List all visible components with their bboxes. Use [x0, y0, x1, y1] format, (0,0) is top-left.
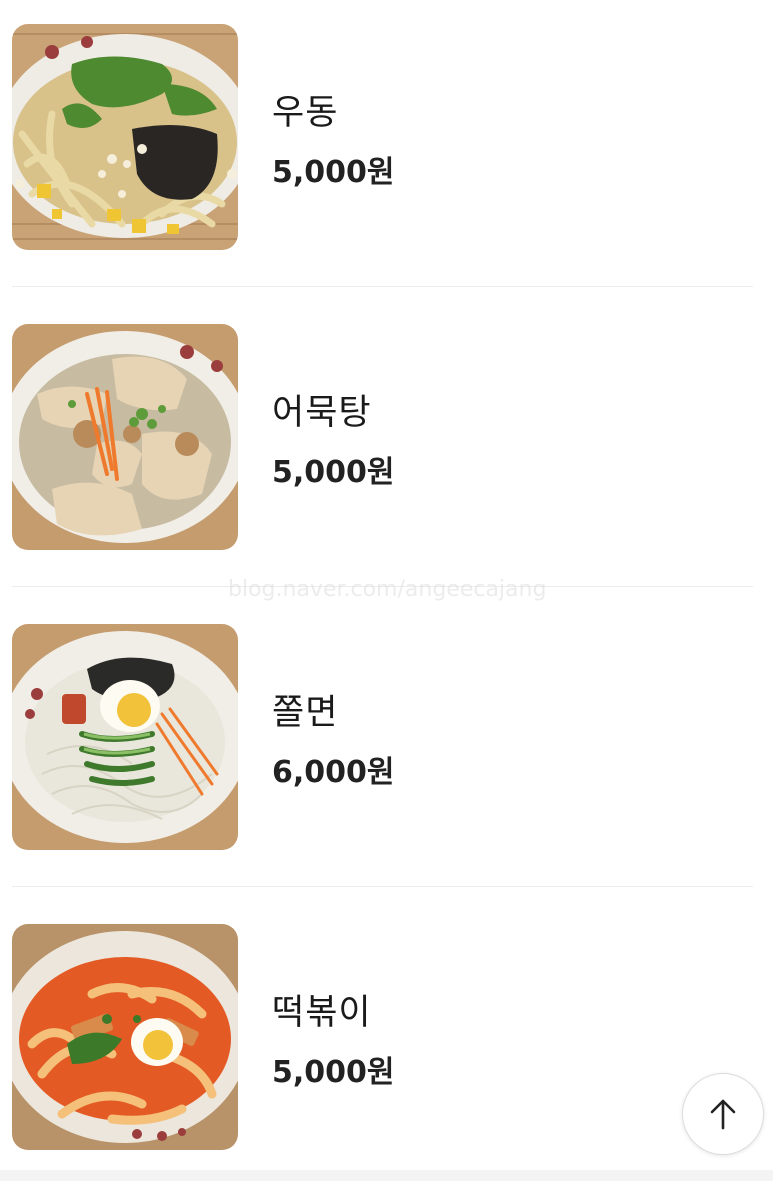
menu-item-jjolmyeon[interactable]: 쫄면 6,000원	[0, 600, 773, 900]
tteokbokki-photo	[12, 924, 238, 1150]
menu-item-name: 떡볶이	[272, 993, 372, 1033]
menu-item-name: 어묵탕	[272, 393, 372, 433]
bottom-edge	[0, 1170, 773, 1181]
menu-item-price: 5,000원	[272, 455, 395, 490]
menu-item-name: 우동	[272, 93, 339, 133]
udon-photo	[12, 24, 238, 250]
menu-item-price: 5,000원	[272, 155, 395, 190]
menu-item-price: 6,000원	[272, 755, 395, 790]
menu-item-name: 쫄면	[272, 693, 339, 733]
jjolmyeon-photo	[12, 624, 238, 850]
divider	[12, 286, 753, 287]
scroll-to-top-button[interactable]	[682, 1073, 764, 1155]
divider	[12, 886, 753, 887]
menu-item-price: 5,000원	[272, 1055, 395, 1090]
menu-item-tteokbokki[interactable]: 떡볶이 5,000원	[0, 900, 773, 1181]
arrow-up-icon	[710, 1099, 736, 1130]
fishcake-soup-photo	[12, 324, 238, 550]
menu-item-udon[interactable]: 우동 5,000원	[0, 0, 773, 300]
menu-page: 우동 5,000원 어묵탕 5,000원 blog.naver.com/ange…	[0, 0, 773, 1181]
menu-item-fishcake-soup[interactable]: 어묵탕 5,000원	[0, 300, 773, 600]
watermark-text: blog.naver.com/angeecajang	[228, 577, 547, 602]
